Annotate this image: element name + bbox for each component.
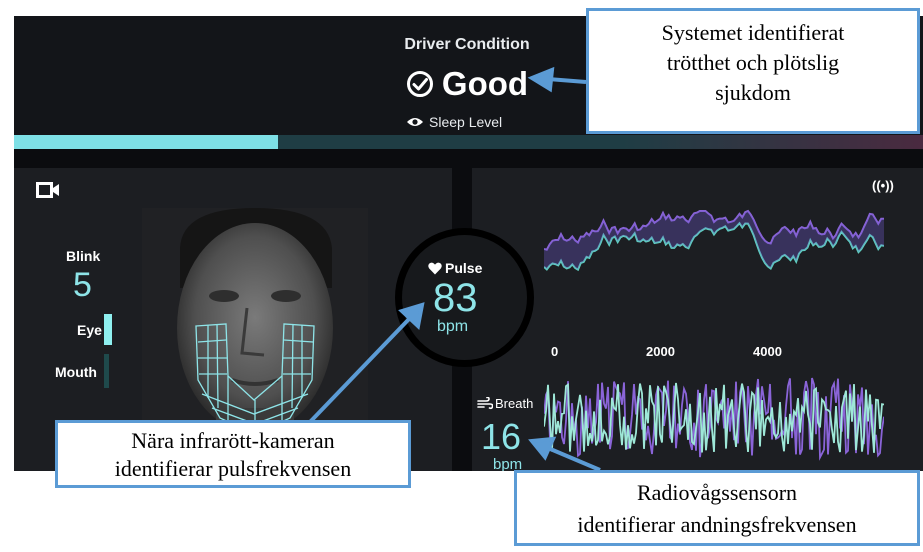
callout-driver-condition: Systemet identifierat trötthet och plöts… <box>586 8 920 134</box>
callout-line: sjukdom <box>715 80 791 105</box>
callout-line: identifierar andningsfrekvensen <box>577 512 857 537</box>
callout-line: identifierar pulsfrekvensen <box>114 456 352 481</box>
callout-line: Nära infrarött-kameran <box>131 428 335 453</box>
callout-line: Systemet identifierat <box>661 20 845 45</box>
callout-radio-sensor: Radiovågssensorn identifierar andningsfr… <box>514 470 920 546</box>
callout-line: trötthet och plötslig <box>666 50 840 75</box>
callout-camera: Nära infrarött-kameran identifierar puls… <box>55 420 411 488</box>
callout-line: Radiovågssensorn <box>636 480 798 505</box>
